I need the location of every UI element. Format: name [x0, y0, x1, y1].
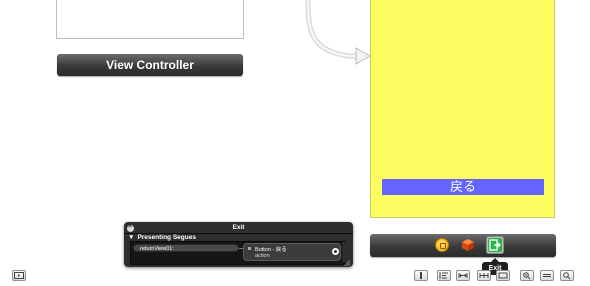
zoom-actual-icon: [543, 274, 551, 277]
presenting-segues-header[interactable]: ▼ Presenting Segues: [128, 234, 196, 241]
segue-list: returnView01: Button - 戻る action: [130, 241, 346, 265]
exit-connections-hud: Exit ▼Presenting Segues returnView01: Bu…: [124, 222, 353, 267]
target-action: action: [255, 253, 270, 259]
zoom-in-icon: [563, 272, 571, 279]
hud-scrollbar[interactable]: [342, 242, 347, 262]
cube-icon[interactable]: [461, 238, 475, 252]
target-label: Button - 戻る: [255, 247, 287, 253]
toggle-button[interactable]: [414, 270, 428, 281]
align-button[interactable]: [437, 270, 451, 281]
zoom-out-button[interactable]: [520, 270, 534, 281]
unwind-action-pill[interactable]: returnView01:: [133, 244, 239, 252]
resize-icon: [498, 272, 508, 279]
resize-grip-icon[interactable]: [344, 260, 350, 266]
view-controller-title: View Controller: [106, 58, 194, 72]
sidebar-toggle-icon: [14, 272, 24, 279]
view-controller-canvas[interactable]: [56, 0, 244, 39]
disclosure-triangle-icon[interactable]: ▼: [128, 234, 134, 241]
exit-button[interactable]: [486, 236, 504, 254]
align-icon: [439, 272, 448, 279]
zoom-in-button[interactable]: [560, 270, 574, 281]
sidebar-toggle-button[interactable]: [12, 270, 26, 281]
toggle-icon: [420, 272, 422, 279]
resize-button[interactable]: [496, 270, 510, 281]
pin-button[interactable]: [456, 270, 470, 281]
connection-target[interactable]: Button - 戻る action: [243, 243, 341, 261]
exit-icon: [488, 238, 502, 252]
zoom-actual-button[interactable]: [540, 270, 554, 281]
section-title: Presenting Segues: [137, 234, 196, 241]
back-button[interactable]: 戻る: [382, 179, 544, 195]
connection-circle-icon[interactable]: [332, 248, 339, 255]
segue-arrow[interactable]: [300, 0, 380, 72]
hud-title: Exit: [232, 224, 245, 231]
resolve-icon: [479, 273, 489, 278]
view-controller-title-bar[interactable]: View Controller: [57, 54, 243, 76]
zoom-out-icon: [523, 272, 531, 279]
resolve-button[interactable]: [477, 270, 491, 281]
handle-icon: [248, 247, 251, 250]
pin-icon: [458, 273, 468, 278]
first-responder-icon[interactable]: [435, 238, 449, 252]
